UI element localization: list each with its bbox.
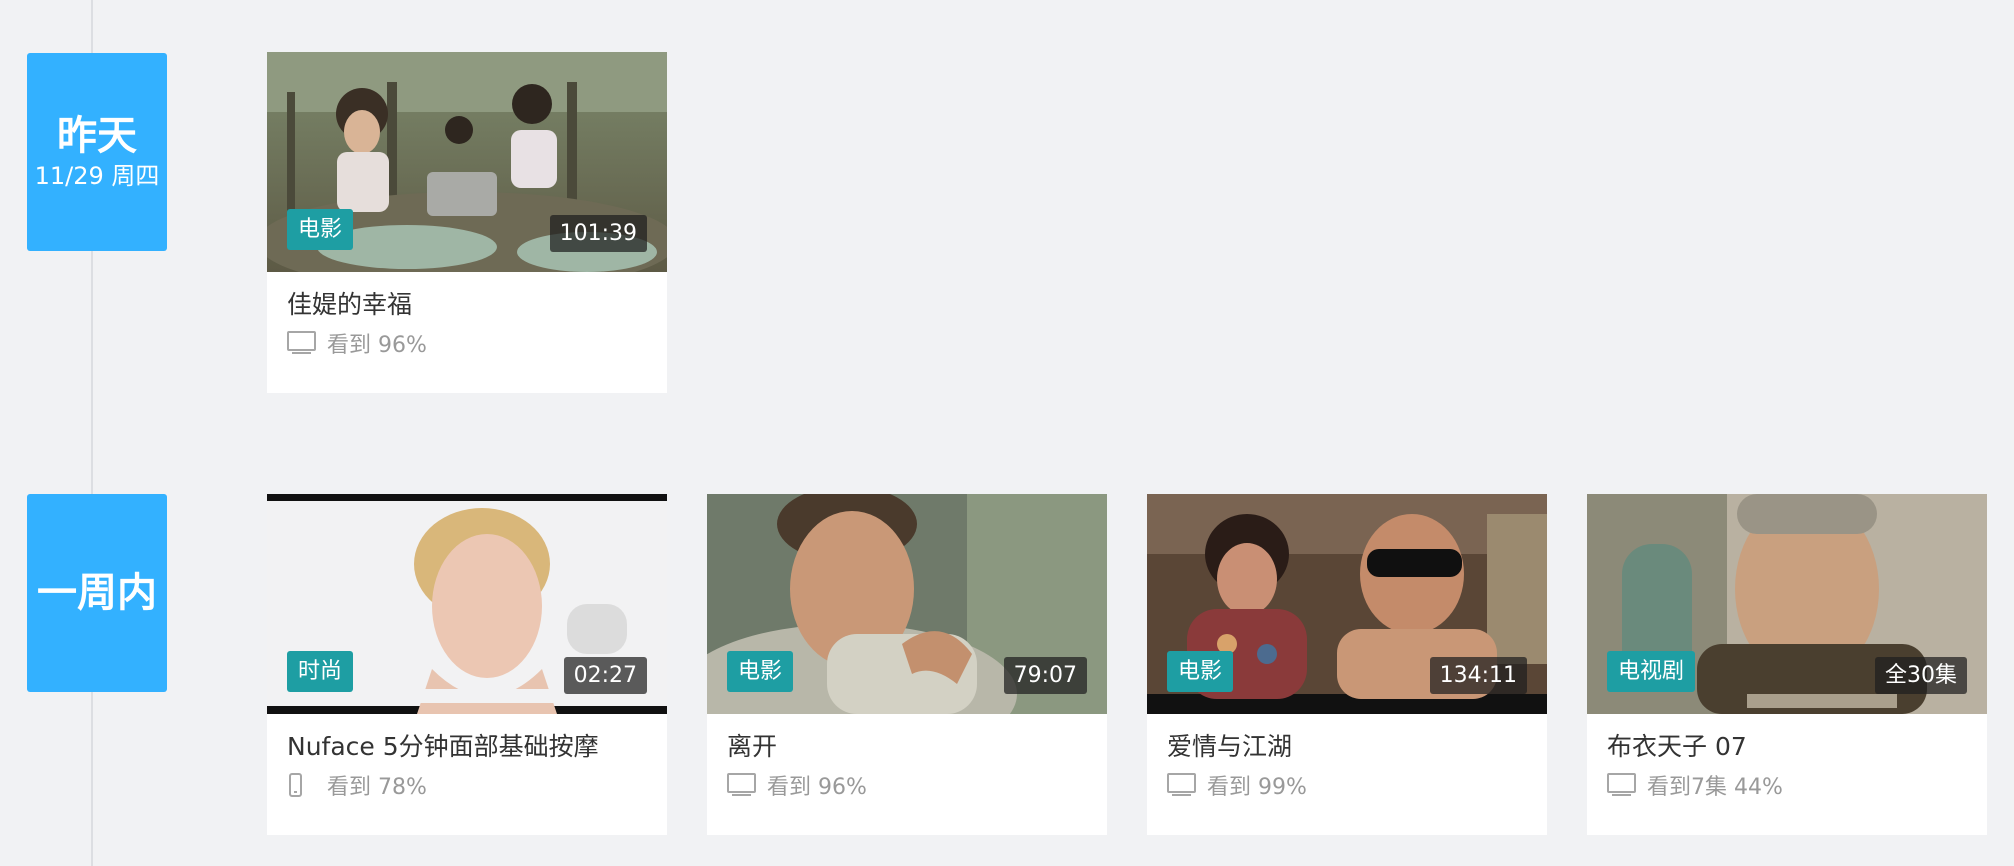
- tv-icon: [1607, 771, 1641, 799]
- video-title[interactable]: Nuface 5分钟面部基础按摩: [287, 727, 652, 763]
- tv-icon: [727, 771, 761, 799]
- section-title: 一周内: [37, 570, 157, 616]
- video-title[interactable]: 佳媞的幸福: [287, 285, 652, 321]
- category-tag: 电影: [287, 209, 354, 250]
- category-tag: 电影: [727, 651, 794, 692]
- watch-progress: 看到 96%: [287, 327, 427, 359]
- video-card[interactable]: 电影 134:11 爱情与江湖 看到 99%: [1147, 494, 1547, 835]
- watch-progress: 看到 78%: [287, 769, 427, 801]
- video-title[interactable]: 爱情与江湖: [1167, 727, 1532, 763]
- watch-progress: 看到7集 44%: [1607, 769, 1783, 801]
- section-badge-yesterday: 昨天 11/29 周四: [27, 53, 167, 251]
- duration-label: 134:11: [1429, 657, 1527, 694]
- section-date: 11/29 周四: [34, 162, 160, 190]
- tv-icon: [287, 329, 321, 357]
- video-thumbnail[interactable]: 电影 101:39: [267, 52, 667, 272]
- video-thumbnail[interactable]: 电视剧 全30集: [1587, 494, 1987, 714]
- episode-count-label: 全30集: [1875, 657, 1967, 694]
- progress-text: 看到 96%: [767, 775, 867, 800]
- duration-label: 02:27: [563, 657, 647, 694]
- video-title[interactable]: 布衣天子 07: [1607, 727, 1972, 763]
- video-thumbnail[interactable]: 时尚 02:27: [267, 494, 667, 714]
- video-title[interactable]: 离开: [727, 727, 1092, 763]
- category-tag: 电影: [1167, 651, 1234, 692]
- watch-progress: 看到 96%: [727, 769, 867, 801]
- phone-icon: [287, 771, 321, 799]
- progress-text: 看到7集 44%: [1647, 775, 1783, 800]
- duration-label: 101:39: [549, 215, 647, 252]
- watch-progress: 看到 99%: [1167, 769, 1307, 801]
- watch-history-page: 昨天 11/29 周四 一周内 电影 101:39 佳媞的幸福 看到 96% 时…: [0, 0, 2014, 866]
- progress-text: 看到 96%: [327, 333, 427, 358]
- progress-text: 看到 99%: [1207, 775, 1307, 800]
- video-card[interactable]: 时尚 02:27 Nuface 5分钟面部基础按摩 看到 78%: [267, 494, 667, 835]
- video-thumbnail[interactable]: 电影 79:07: [707, 494, 1107, 714]
- video-card[interactable]: 电影 79:07 离开 看到 96%: [707, 494, 1107, 835]
- tv-icon: [1167, 771, 1201, 799]
- video-card[interactable]: 电影 101:39 佳媞的幸福 看到 96%: [267, 52, 667, 393]
- video-card[interactable]: 电视剧 全30集 布衣天子 07 看到7集 44%: [1587, 494, 1987, 835]
- duration-label: 79:07: [1003, 657, 1087, 694]
- category-tag: 电视剧: [1607, 651, 1696, 692]
- section-badge-week: 一周内: [27, 494, 167, 692]
- category-tag: 时尚: [287, 651, 354, 692]
- section-title: 昨天: [57, 113, 137, 159]
- video-thumbnail[interactable]: 电影 134:11: [1147, 494, 1547, 714]
- progress-text: 看到 78%: [327, 775, 427, 800]
